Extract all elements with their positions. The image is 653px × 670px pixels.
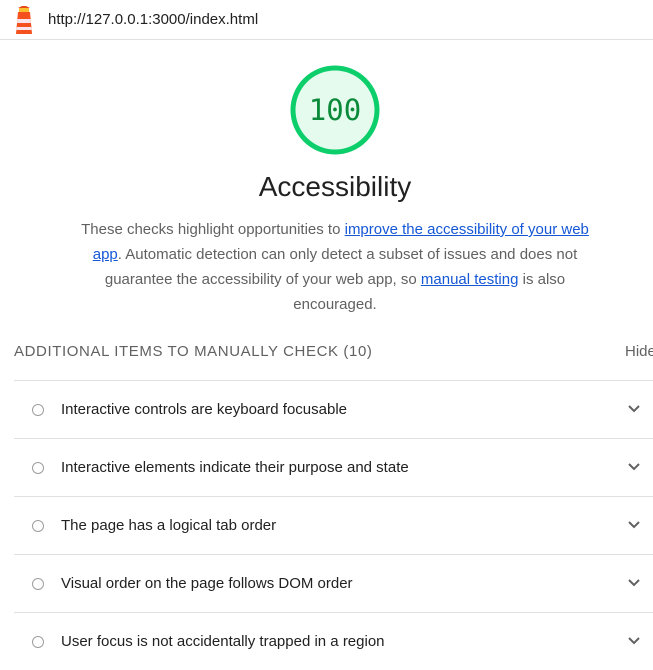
audit-label: Interactive elements indicate their purp…: [61, 459, 409, 476]
audit-item[interactable]: User focus is not accidentally trapped i…: [14, 612, 653, 670]
hide-toggle[interactable]: Hide: [625, 343, 653, 360]
lighthouse-logo-icon: [16, 6, 32, 34]
audit-label: Interactive controls are keyboard focusa…: [61, 401, 347, 418]
audit-label: User focus is not accidentally trapped i…: [61, 633, 385, 650]
chevron-down-icon[interactable]: [627, 462, 641, 472]
manual-check-icon: [32, 636, 44, 648]
audit-list: Interactive controls are keyboard focusa…: [14, 380, 653, 670]
category-description: These checks highlight opportunities to …: [80, 217, 590, 317]
audit-label: The page has a logical tab order: [61, 517, 277, 534]
manual-items-header: Additional items to manually check (10): [14, 343, 373, 360]
top-bar: http://127.0.0.1:3000/index.html: [0, 0, 653, 40]
chevron-down-icon[interactable]: [627, 520, 641, 530]
chevron-down-icon[interactable]: [627, 636, 641, 646]
chevron-down-icon[interactable]: [627, 578, 641, 588]
audit-item[interactable]: Interactive controls are keyboard focusa…: [14, 380, 653, 438]
manual-testing-link[interactable]: manual testing: [421, 271, 519, 288]
chevron-down-icon[interactable]: [627, 404, 641, 414]
manual-check-icon: [32, 462, 44, 474]
description-text-1: These checks highlight opportunities to: [81, 221, 345, 238]
category-title: Accessibility: [258, 171, 412, 202]
audit-label: Visual order on the page follows DOM ord…: [61, 575, 353, 592]
page-url: http://127.0.0.1:3000/index.html: [48, 11, 259, 28]
manual-check-icon: [32, 404, 44, 416]
score-value: 100: [308, 93, 362, 127]
manual-check-icon: [32, 520, 44, 532]
audit-item[interactable]: Visual order on the page follows DOM ord…: [14, 554, 653, 612]
manual-check-icon: [32, 578, 44, 590]
audit-item[interactable]: The page has a logical tab order: [14, 496, 653, 554]
audit-item[interactable]: Interactive elements indicate their purp…: [14, 438, 653, 496]
